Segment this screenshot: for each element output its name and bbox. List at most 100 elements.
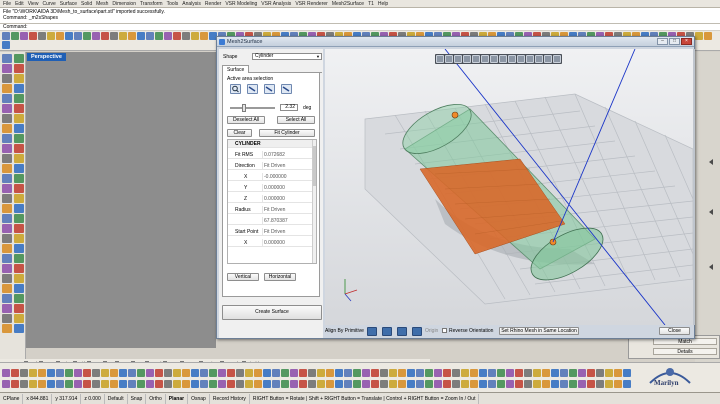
property-value[interactable]: -0.000000: [262, 173, 312, 181]
bottom-tool-icon[interactable]: [317, 380, 325, 388]
left-tool-icon[interactable]: [2, 184, 12, 193]
left-tool-icon[interactable]: [2, 64, 12, 73]
property-row[interactable]: Radius Fit Driven: [228, 206, 316, 214]
viewport-tab-perspective[interactable]: Perspective: [27, 53, 66, 61]
bottom-tool-icon[interactable]: [308, 369, 316, 377]
align-x-button[interactable]: [367, 327, 377, 336]
menu-t1[interactable]: T1: [368, 1, 374, 7]
bottom-tool-icon[interactable]: [569, 380, 577, 388]
bottom-tool-icon[interactable]: [335, 369, 343, 377]
left-tool-icon[interactable]: [2, 194, 12, 203]
toolbar-tool-icon[interactable]: [155, 32, 163, 40]
bottom-tool-icon[interactable]: [443, 380, 451, 388]
maximize-button[interactable]: □: [669, 38, 680, 45]
bottom-tool-icon[interactable]: [407, 369, 415, 377]
horizontal-button[interactable]: Horizontal: [264, 273, 296, 281]
menu-help[interactable]: Help: [378, 1, 388, 7]
bottom-tool-icon[interactable]: [344, 380, 352, 388]
bottom-tool-icon[interactable]: [380, 369, 388, 377]
left-tool-icon[interactable]: [14, 84, 24, 93]
bottom-tool-icon[interactable]: [272, 380, 280, 388]
left-tool-icon[interactable]: [2, 324, 12, 333]
bottom-tool-icon[interactable]: [569, 369, 577, 377]
left-tool-icon[interactable]: [14, 134, 24, 143]
bottom-tool-icon[interactable]: [101, 369, 109, 377]
bottom-tool-icon[interactable]: [416, 369, 424, 377]
bottom-tool-icon[interactable]: [479, 369, 487, 377]
property-value[interactable]: 0.000000: [262, 195, 312, 203]
status-osnap[interactable]: Osnap: [188, 393, 210, 404]
bottom-tool-icon[interactable]: [128, 380, 136, 388]
minimize-button[interactable]: –: [657, 38, 668, 45]
bottom-tool-icon[interactable]: [74, 369, 82, 377]
left-tool-icon[interactable]: [2, 264, 12, 273]
menu-solid[interactable]: Solid: [81, 1, 92, 7]
left-tool-icon[interactable]: [14, 104, 24, 113]
bottom-tool-icon[interactable]: [173, 380, 181, 388]
bottom-tool-icon[interactable]: [236, 380, 244, 388]
bottom-tool-icon[interactable]: [362, 369, 370, 377]
shading-icon[interactable]: [508, 55, 516, 63]
toolbar-tool-icon[interactable]: [56, 32, 64, 40]
bottom-tool-icon[interactable]: [551, 369, 559, 377]
angle-slider[interactable]: [230, 104, 275, 112]
status-record-history[interactable]: Record History: [210, 393, 250, 404]
align-y-button[interactable]: [382, 327, 392, 336]
bottom-tool-icon[interactable]: [281, 369, 289, 377]
bottom-tool-icon[interactable]: [209, 369, 217, 377]
view-top-icon[interactable]: [481, 55, 489, 63]
left-tool-icon[interactable]: [14, 214, 24, 223]
screenshot-icon[interactable]: [544, 55, 552, 63]
bottom-tool-icon[interactable]: [92, 380, 100, 388]
bottom-tool-icon[interactable]: [587, 369, 595, 377]
bottom-tool-icon[interactable]: [560, 380, 568, 388]
bottom-tool-icon[interactable]: [83, 369, 91, 377]
toolbar-tool-icon[interactable]: [74, 32, 82, 40]
bottom-tool-icon[interactable]: [524, 380, 532, 388]
toolbar-tool-icon[interactable]: [110, 32, 118, 40]
bottom-tool-icon[interactable]: [497, 369, 505, 377]
perspective-viewport[interactable]: Perspective: [26, 52, 216, 348]
bottom-tool-icon[interactable]: [218, 380, 226, 388]
left-tool-icon[interactable]: [2, 124, 12, 133]
bottom-tool-icon[interactable]: [362, 380, 370, 388]
left-tool-icon[interactable]: [14, 94, 24, 103]
bottom-tool-icon[interactable]: [101, 380, 109, 388]
left-tool-icon[interactable]: [14, 64, 24, 73]
bottom-tool-icon[interactable]: [524, 369, 532, 377]
menu-curve[interactable]: Curve: [42, 1, 55, 7]
left-tool-icon[interactable]: [2, 314, 12, 323]
vertical-button[interactable]: Vertical: [227, 273, 259, 281]
bottom-tool-icon[interactable]: [164, 369, 172, 377]
bottom-tool-icon[interactable]: [596, 380, 604, 388]
left-tool-icon[interactable]: [14, 54, 24, 63]
left-tool-icon[interactable]: [14, 74, 24, 83]
left-tool-icon[interactable]: [14, 174, 24, 183]
toolbar-tool-icon[interactable]: [20, 32, 28, 40]
dialog-titlebar[interactable]: Mesh2Surface – □ ×: [217, 37, 694, 47]
help-icon[interactable]: [553, 55, 561, 63]
left-tool-icon[interactable]: [2, 114, 12, 123]
menu-mesh2surface[interactable]: Mesh2Surface: [332, 1, 364, 7]
bottom-tool-icon[interactable]: [551, 380, 559, 388]
deselect-all-button[interactable]: Deselect All: [227, 116, 265, 124]
property-value[interactable]: 0.072682: [262, 151, 312, 159]
left-tool-icon[interactable]: [2, 84, 12, 93]
bottom-tool-icon[interactable]: [515, 369, 523, 377]
left-tool-icon[interactable]: [14, 234, 24, 243]
bottom-tool-icon[interactable]: [263, 369, 271, 377]
bottom-tool-icon[interactable]: [290, 369, 298, 377]
property-grid-scrollbar[interactable]: [312, 140, 316, 263]
select-area-brush-button[interactable]: [247, 84, 258, 94]
status-ortho[interactable]: Ortho: [146, 393, 166, 404]
bottom-tool-icon[interactable]: [326, 380, 334, 388]
bottom-tool-icon[interactable]: [191, 380, 199, 388]
toolbar-tool-icon[interactable]: [191, 32, 199, 40]
bottom-tool-icon[interactable]: [578, 380, 586, 388]
bottom-tool-icon[interactable]: [11, 380, 19, 388]
bottom-tool-icon[interactable]: [461, 380, 469, 388]
bottom-tool-icon[interactable]: [533, 380, 541, 388]
menu-view[interactable]: View: [28, 1, 39, 7]
bottom-tool-icon[interactable]: [380, 380, 388, 388]
bottom-tool-icon[interactable]: [263, 380, 271, 388]
